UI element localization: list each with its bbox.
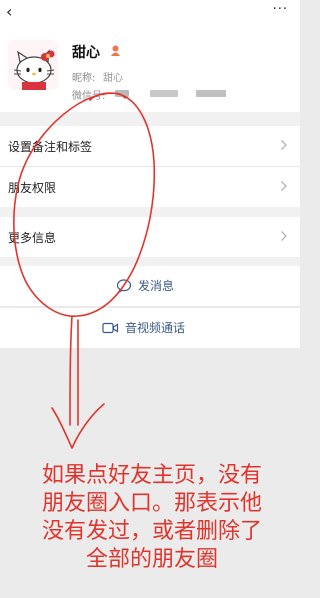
section-gap <box>0 257 300 266</box>
more-icon[interactable]: ··· <box>273 2 288 17</box>
menu-item-label: 朋友权限 <box>8 181 57 195</box>
video-camera-icon <box>102 322 119 333</box>
send-message-label: 发消息 <box>138 279 175 293</box>
send-message-button[interactable]: 发消息 <box>0 266 300 306</box>
alias-value: 甜心 <box>103 73 123 84</box>
hello-kitty-avatar-icon <box>8 40 58 90</box>
gender-female-icon <box>111 45 120 56</box>
back-icon[interactable]: ‹ <box>6 2 12 21</box>
video-call-label: 音视频通话 <box>125 321 186 335</box>
profile-header: 甜心 昵称: 甜心 微信号: <box>0 28 300 112</box>
annotation-line: 如果点好友主页，没有 <box>41 463 262 488</box>
chevron-right-icon <box>281 140 287 150</box>
chevron-right-icon <box>281 181 287 191</box>
section-gap <box>0 207 300 217</box>
video-call-button[interactable]: 音视频通话 <box>0 308 300 348</box>
chat-bubble-icon <box>116 278 132 293</box>
avatar[interactable] <box>8 40 58 90</box>
top-bar: ‹ ··· <box>0 0 300 28</box>
chevron-right-icon <box>281 231 287 241</box>
contact-nickname: 甜心 <box>72 45 100 61</box>
annotation-line: 没有发过，或者删除了 <box>41 519 262 544</box>
annotation-line: 全部的朋友圈 <box>85 547 218 572</box>
alias-label: 昵称: <box>72 73 96 84</box>
section-gap <box>0 112 300 126</box>
annotation-text: 如果点好友主页，没有 朋友圈入口。那表示他 没有发过，或者删除了 全部的朋友圈 <box>8 462 296 574</box>
menu-item-more-info[interactable]: 更多信息 <box>0 217 300 257</box>
annotation-line: 朋友圈入口。那表示他 <box>41 491 262 516</box>
menu-item-friend-permissions[interactable]: 朋友权限 <box>0 167 300 207</box>
menu-item-label: 更多信息 <box>8 231 57 245</box>
wechat-id-label: 微信号: <box>72 91 106 102</box>
menu-item-remark-tags[interactable]: 设置备注和标签 <box>0 126 300 166</box>
menu-item-label: 设置备注和标签 <box>8 140 93 154</box>
contact-profile-page: ‹ ··· 甜心 昵称: 甜心 微信号: 设置备注和标签 朋友权限 更多信息 发… <box>0 0 300 598</box>
